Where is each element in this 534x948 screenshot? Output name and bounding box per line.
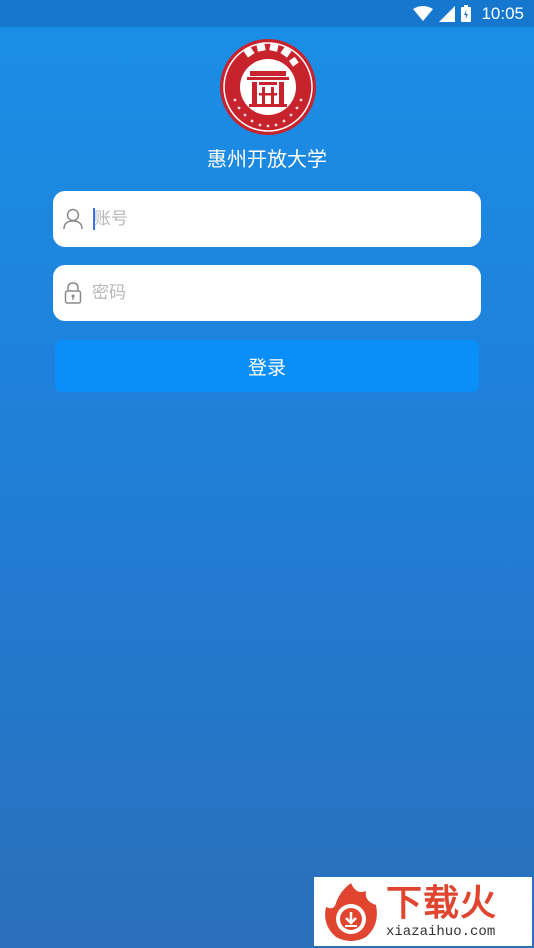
watermark: 下载火 xiazaihuo.com (314, 877, 532, 946)
account-input[interactable] (94, 191, 481, 247)
lock-icon (53, 281, 93, 305)
school-name: 惠州开放大学 (207, 147, 327, 171)
flame-download-icon (325, 882, 377, 941)
watermark-subtitle: xiazaihuo.com (386, 923, 496, 940)
status-time: 10:05 (481, 3, 524, 23)
signal-icon (439, 5, 456, 22)
account-field[interactable] (53, 191, 481, 247)
password-input[interactable] (92, 265, 481, 321)
password-field[interactable] (53, 265, 481, 321)
login-button[interactable]: 登录 (55, 340, 479, 392)
user-icon (53, 208, 93, 230)
battery-icon (461, 5, 472, 22)
wifi-icon (413, 5, 434, 21)
status-bar: 10:05 (0, 0, 534, 27)
school-seal-logo (219, 38, 317, 136)
watermark-title: 下载火 (386, 882, 498, 924)
